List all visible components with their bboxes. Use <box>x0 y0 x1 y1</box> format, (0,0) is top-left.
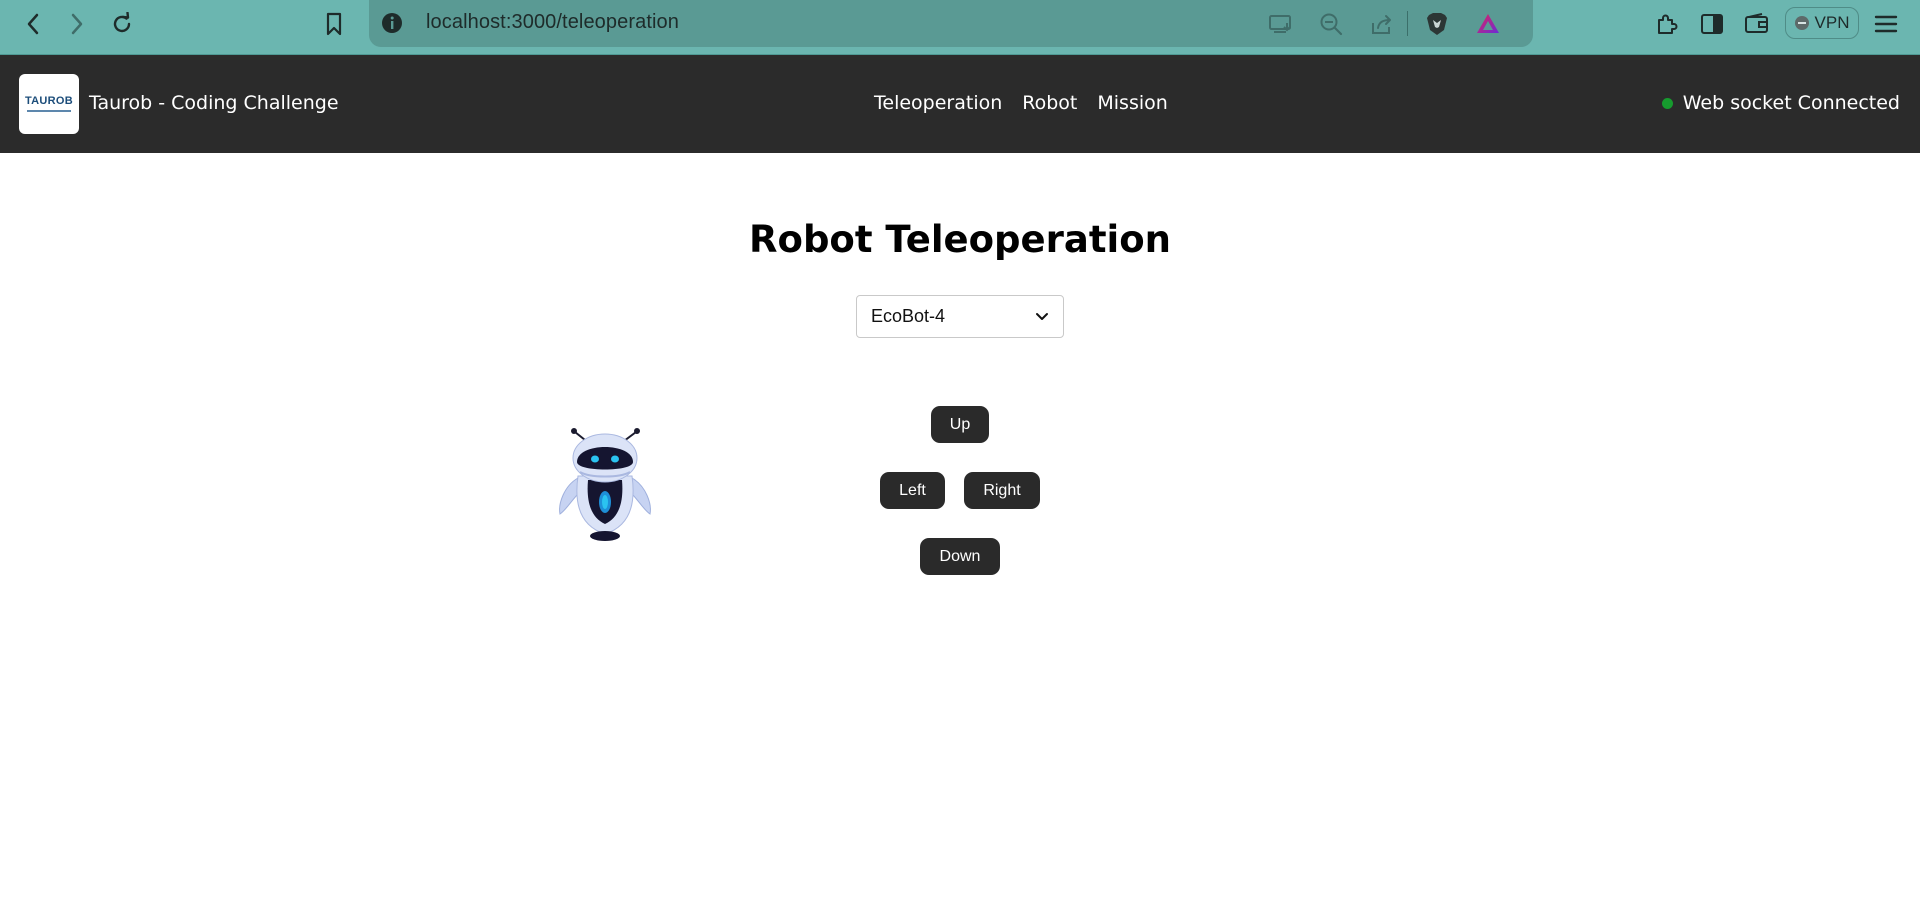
move-left-button[interactable]: Left <box>880 472 945 509</box>
main-nav: Teleoperation Robot Mission <box>874 92 1168 114</box>
nav-teleoperation[interactable]: Teleoperation <box>874 92 1002 114</box>
move-down-button[interactable]: Down <box>920 538 1000 575</box>
robot-illustration <box>550 414 660 544</box>
nav-robot[interactable]: Robot <box>1022 92 1077 114</box>
logo-text: TAUROB <box>24 95 74 107</box>
zoom-out-icon[interactable] <box>1317 10 1345 38</box>
toolbar-divider <box>1407 11 1408 36</box>
page-title: Robot Teleoperation <box>749 218 1171 261</box>
url-text[interactable]: localhost:3000/teleoperation <box>426 11 679 34</box>
robot-select[interactable]: EcoBot-4 <box>856 295 1064 338</box>
brave-shields-icon[interactable] <box>1423 10 1451 38</box>
connection-status-dot-icon <box>1661 97 1673 109</box>
brave-rewards-icon[interactable] <box>1474 10 1502 38</box>
extensions-icon[interactable] <box>1653 10 1681 38</box>
install-app-icon[interactable] <box>1267 10 1295 38</box>
websocket-status: Web socket Connected <box>1661 92 1900 114</box>
vpn-status-icon <box>1794 16 1809 30</box>
site-info-icon[interactable] <box>380 11 404 35</box>
share-icon[interactable] <box>1368 10 1396 38</box>
reload-icon[interactable] <box>107 9 137 39</box>
forward-icon[interactable] <box>62 9 92 39</box>
chevron-down-icon <box>1035 306 1049 327</box>
logo-underline <box>27 110 71 112</box>
wallet-icon[interactable] <box>1743 10 1771 38</box>
vpn-label: VPN <box>1814 13 1850 32</box>
back-icon[interactable] <box>18 9 48 39</box>
robot-select-value: EcoBot-4 <box>871 306 946 326</box>
move-up-button[interactable]: Up <box>931 406 989 443</box>
move-right-button[interactable]: Right <box>964 472 1040 509</box>
websocket-status-text: Web socket Connected <box>1682 92 1900 114</box>
app-title: Taurob - Coding Challenge <box>89 92 339 114</box>
nav-mission[interactable]: Mission <box>1097 92 1167 114</box>
browser-toolbar: localhost:3000/teleoperation VPN <box>0 0 1920 55</box>
bookmark-icon[interactable] <box>319 9 349 39</box>
taurob-logo[interactable]: TAUROB <box>19 74 79 134</box>
menu-icon[interactable] <box>1872 10 1900 38</box>
vpn-button[interactable]: VPN <box>1785 7 1859 39</box>
sidebar-icon[interactable] <box>1698 10 1726 38</box>
app-header: TAUROB Taurob - Coding Challenge Teleope… <box>0 55 1920 153</box>
